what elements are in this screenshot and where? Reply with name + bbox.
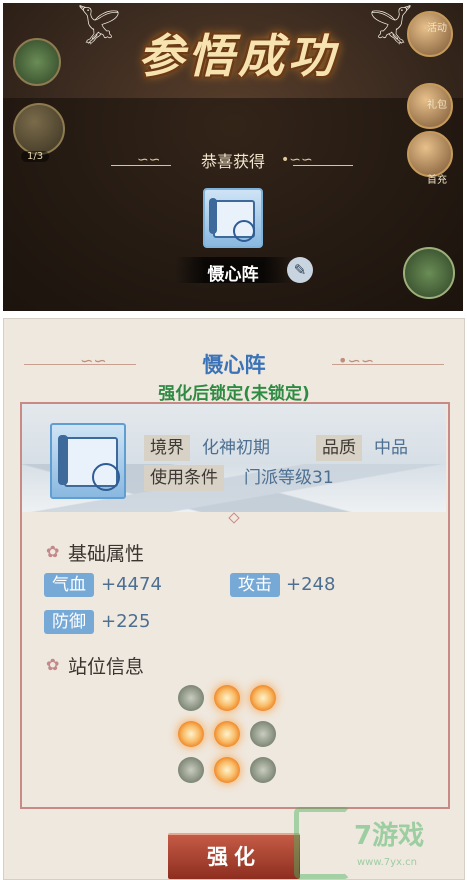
divider-line bbox=[293, 165, 353, 166]
congrats-text: 恭喜获得 bbox=[200, 152, 265, 171]
lock-status: 强化后锁定(未锁定) bbox=[158, 384, 310, 404]
realm-label: 境界 bbox=[144, 435, 190, 461]
reward-item-slot[interactable] bbox=[203, 188, 263, 248]
hp-label: 气血 bbox=[44, 573, 94, 597]
reward-popup: 1/3 活动 礼包 首充 𓅯 𓅯 参悟成功 ∽∽ 恭喜获得 •∽∽ 慑心阵 ✎ bbox=[3, 3, 463, 311]
scroll-emblem bbox=[92, 463, 120, 491]
formation-slot-off bbox=[178, 685, 204, 711]
def-value: +225 bbox=[101, 611, 151, 632]
watermark-logo-icon bbox=[294, 807, 350, 879]
first-recharge-label: 首充 bbox=[427, 175, 447, 186]
popup-title: 参悟成功 bbox=[138, 29, 338, 83]
watermark-url: www.7yx.cn bbox=[357, 857, 418, 868]
swirl-ornament-icon: ∽∽ bbox=[137, 152, 161, 168]
scroll-roll bbox=[58, 435, 68, 485]
formation-slot-off bbox=[178, 757, 204, 783]
return-icon[interactable] bbox=[403, 247, 455, 299]
activity-label: 活动 bbox=[427, 23, 447, 34]
formation-grid bbox=[174, 681, 284, 791]
formation-slot-on bbox=[214, 757, 240, 783]
item-detail-panel: ∽∽ 慑心阵 •∽∽ 强化后锁定(未锁定) 境界 化神初期 品质 中品 使用条件… bbox=[3, 318, 465, 880]
crane-icon: 𓅯 bbox=[369, 10, 413, 51]
broom-icon[interactable]: ✎ bbox=[287, 257, 313, 283]
formation-slot-on bbox=[214, 685, 240, 711]
scroll-item-icon bbox=[64, 437, 120, 491]
chat-icon[interactable] bbox=[13, 38, 61, 86]
flower-icon: ✿ bbox=[46, 655, 60, 674]
formation-slot-on bbox=[178, 721, 204, 747]
scroll-item-icon bbox=[213, 200, 255, 242]
upgrade-button[interactable]: 强化 bbox=[168, 833, 300, 879]
realm-value: 化神初期 bbox=[202, 438, 270, 458]
formation-slot-on bbox=[214, 721, 240, 747]
position-title: 站位信息 bbox=[68, 656, 145, 678]
swirl-ornament-icon: •∽∽ bbox=[338, 351, 375, 370]
formation-slot-off bbox=[250, 721, 276, 747]
def-label: 防御 bbox=[44, 610, 94, 634]
formation-slot-off bbox=[250, 757, 276, 783]
hp-value: +4474 bbox=[101, 574, 162, 595]
atk-value: +248 bbox=[286, 574, 336, 595]
gift-label: 礼包 bbox=[427, 100, 447, 111]
congrats-row: ∽∽ 恭喜获得 •∽∽ bbox=[3, 148, 463, 172]
quality-value: 中品 bbox=[374, 438, 408, 458]
atk-label: 攻击 bbox=[230, 573, 280, 597]
base-attr-title: 基础属性 bbox=[68, 543, 145, 565]
requirement-value: 门派等级31 bbox=[244, 468, 334, 488]
requirement-label: 使用条件 bbox=[144, 465, 224, 491]
formation-slot-on bbox=[250, 685, 276, 711]
quality-label: 品质 bbox=[316, 435, 362, 461]
scroll-emblem bbox=[233, 220, 255, 242]
scroll-roll bbox=[209, 198, 217, 234]
flower-icon: ✿ bbox=[46, 542, 60, 561]
watermark-brand: 7游戏 bbox=[354, 821, 425, 851]
reward-item-name: 慑心阵 bbox=[207, 265, 259, 285]
item-icon-slot[interactable] bbox=[50, 423, 126, 499]
